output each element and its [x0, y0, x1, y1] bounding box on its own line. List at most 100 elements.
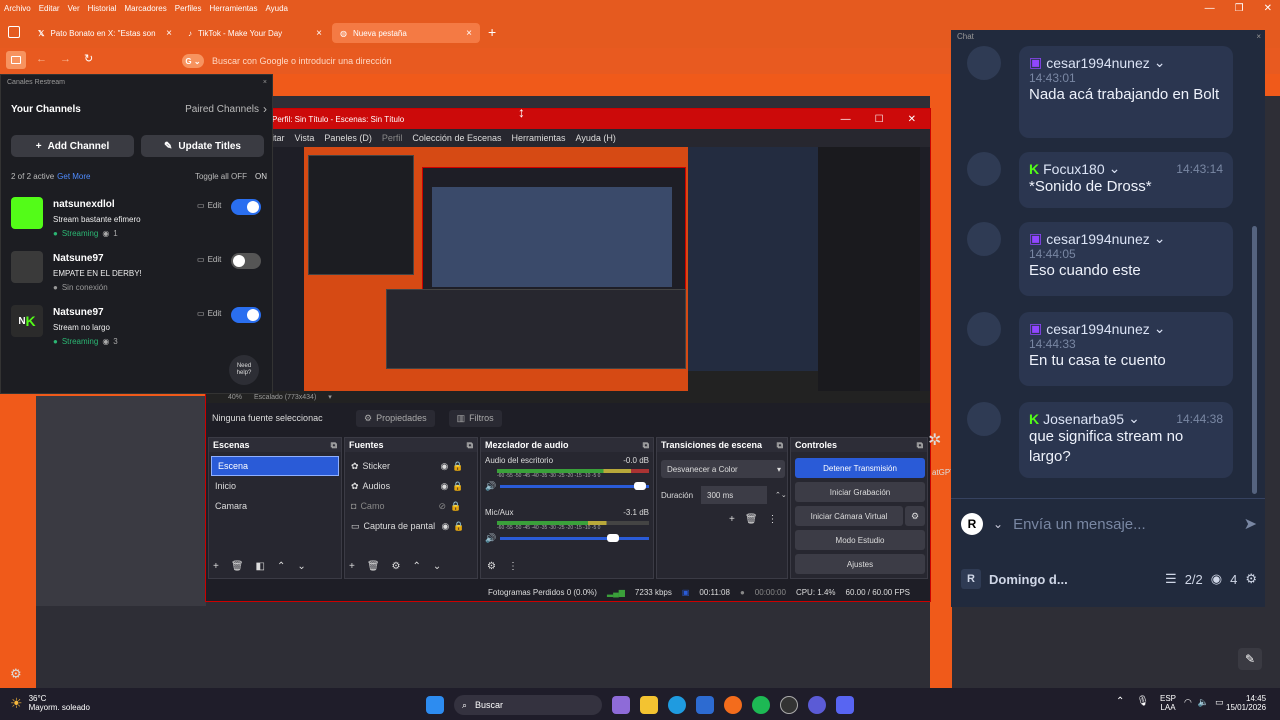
start-virtual-camera-button[interactable]: Iniciar Cámara Virtual: [795, 506, 903, 526]
edit-button[interactable]: ▭ Edit: [197, 255, 221, 264]
close-icon[interactable]: ×: [1256, 32, 1261, 41]
volume-slider-handle[interactable]: [634, 482, 647, 490]
add-icon[interactable]: +: [729, 514, 735, 525]
settings-button[interactable]: Ajustes: [795, 554, 925, 574]
minimize-icon[interactable]: —: [1205, 3, 1215, 14]
lock-icon[interactable]: 🔒: [450, 501, 461, 512]
eye-hidden-icon[interactable]: ⊘: [438, 501, 446, 512]
undock-icon[interactable]: ⧉: [777, 440, 783, 451]
scene-item[interactable]: Camara: [209, 496, 341, 516]
mail-icon[interactable]: [696, 696, 714, 714]
lock-icon[interactable]: 🔒: [453, 521, 464, 532]
update-titles-button[interactable]: ✎ Update Titles: [141, 135, 264, 157]
dropdown-arrow-icon[interactable]: ▾: [328, 393, 332, 401]
edit-button[interactable]: ▭ Edit: [197, 309, 221, 318]
virtual-camera-settings-icon[interactable]: ⚙: [905, 506, 925, 526]
source-item[interactable]: ◘ Camo ⊘ 🔒: [345, 496, 477, 516]
edit-button[interactable]: ▭ Edit: [197, 201, 221, 210]
undock-icon[interactable]: ⧉: [331, 440, 337, 451]
paired-channels-link[interactable]: Paired Channels: [185, 104, 259, 115]
edge-icon[interactable]: [668, 696, 686, 714]
stepper-icon[interactable]: ⌃⌄: [775, 491, 787, 499]
volume-slider-handle[interactable]: [607, 534, 620, 542]
sidebar-toggle-icon[interactable]: [6, 51, 26, 69]
toggle-all-button[interactable]: Toggle all OFF: [195, 172, 247, 181]
transition-select[interactable]: Desvanecer a Color ▾: [661, 460, 785, 478]
start-recording-button[interactable]: Iniciar Grabación: [795, 482, 925, 502]
language-indicator[interactable]: ESP LAA: [1160, 694, 1176, 712]
source-item[interactable]: ▭ Captura de pantal ◉ 🔒: [345, 516, 477, 536]
eye-icon[interactable]: ◉: [441, 481, 449, 492]
tab-new[interactable]: ◍ Nueva pestaña ×: [332, 23, 480, 43]
undock-icon[interactable]: ⧉: [917, 440, 923, 451]
taskbar-search[interactable]: ⌕ Buscar: [454, 695, 602, 715]
file-explorer-icon[interactable]: [640, 696, 658, 714]
move-down-icon[interactable]: ⌄: [433, 561, 441, 572]
stop-streaming-button[interactable]: Detener Transmisión: [795, 458, 925, 478]
discord-icon[interactable]: [836, 696, 854, 714]
tab-tiktok[interactable]: ♪ TikTok - Make Your Day ×: [180, 23, 330, 43]
tab-twitter[interactable]: 𝕏 Pato Bonato en X: "Estas son las ×: [30, 23, 180, 43]
close-icon[interactable]: ×: [263, 79, 267, 86]
move-up-icon[interactable]: ⌃: [277, 561, 285, 572]
menu-archivo[interactable]: Archivo: [4, 4, 31, 13]
filter-icon[interactable]: ◧: [256, 561, 265, 572]
menu-paneles[interactable]: Paneles (D): [324, 133, 372, 143]
google-icon[interactable]: G ⌄: [182, 54, 204, 68]
channel-toggle[interactable]: [231, 307, 261, 323]
chevron-down-icon[interactable]: ⌄: [1128, 410, 1140, 427]
menu-perfil[interactable]: Perfil: [382, 133, 403, 143]
chat-scrollbar[interactable]: [1252, 226, 1257, 494]
chevron-down-icon[interactable]: ⌄: [993, 517, 1003, 531]
copilot-icon[interactable]: [612, 696, 630, 714]
obs-icon[interactable]: [780, 696, 798, 714]
undock-icon[interactable]: ⧉: [467, 440, 473, 451]
menu-herramientas[interactable]: Herramientas: [209, 4, 257, 13]
gear-icon[interactable]: ⚙: [1245, 571, 1257, 587]
eye-icon[interactable]: ◉: [441, 461, 449, 472]
studio-mode-button[interactable]: Modo Estudio: [795, 530, 925, 550]
close-icon[interactable]: ✕: [1264, 3, 1272, 14]
chevron-up-icon[interactable]: ⌃: [1116, 696, 1124, 707]
firefox-icon[interactable]: [724, 696, 742, 714]
menu-perfiles[interactable]: Perfiles: [175, 4, 202, 13]
gear-icon[interactable]: ⚙: [392, 561, 401, 572]
add-channel-button[interactable]: + Add Channel: [11, 135, 134, 157]
spotify-icon[interactable]: [752, 696, 770, 714]
chatgpt-icon[interactable]: ✲: [928, 430, 941, 450]
settings-gear-icon[interactable]: ⚙: [10, 666, 22, 682]
start-icon[interactable]: [426, 696, 444, 714]
duration-input[interactable]: 300 ms: [701, 486, 768, 504]
back-icon[interactable]: ←: [36, 53, 47, 65]
lock-icon[interactable]: 🔒: [452, 481, 463, 492]
forward-icon[interactable]: →: [60, 53, 71, 65]
properties-button[interactable]: ⚙ Propiedades: [356, 409, 435, 427]
volume-slider[interactable]: [500, 534, 649, 542]
gear-icon[interactable]: ⚙: [487, 561, 496, 572]
chevron-down-icon[interactable]: ⌄: [1154, 320, 1166, 337]
lock-icon[interactable]: 🔒: [452, 461, 463, 472]
microphone-icon[interactable]: 🎙: [1136, 696, 1149, 707]
scene-item[interactable]: Escena: [211, 456, 339, 476]
menu-ayuda[interactable]: Ayuda (H): [576, 133, 616, 143]
close-tab-icon[interactable]: ×: [316, 28, 322, 39]
chat-input[interactable]: Envía un mensaje...: [1013, 516, 1234, 533]
move-down-icon[interactable]: ⌄: [297, 561, 305, 572]
menu-vista[interactable]: Vista: [295, 133, 315, 143]
more-icon[interactable]: ⋮: [768, 514, 778, 525]
volume-slider[interactable]: [500, 482, 649, 490]
speaker-icon[interactable]: 🔊: [485, 481, 496, 492]
menu-editar[interactable]: Editar: [39, 4, 60, 13]
scene-item[interactable]: Inicio: [209, 476, 341, 496]
speaker-icon[interactable]: 🔊: [485, 533, 496, 544]
chevron-down-icon[interactable]: ⌄: [1109, 160, 1121, 177]
tray-icons[interactable]: ◠ 🔈 ▭: [1184, 697, 1224, 708]
maximize-icon[interactable]: ☐: [875, 114, 884, 125]
obs-preview[interactable]: [304, 147, 920, 391]
menu-ver[interactable]: Ver: [68, 4, 80, 13]
new-tab-icon[interactable]: +: [488, 24, 496, 40]
omnibox[interactable]: G ⌄ Buscar con Google o introducir una d…: [178, 51, 958, 71]
delete-icon[interactable]: 🗑: [745, 514, 758, 525]
undock-icon[interactable]: ⧉: [643, 440, 649, 451]
menu-marcadores[interactable]: Marcadores: [125, 4, 167, 13]
